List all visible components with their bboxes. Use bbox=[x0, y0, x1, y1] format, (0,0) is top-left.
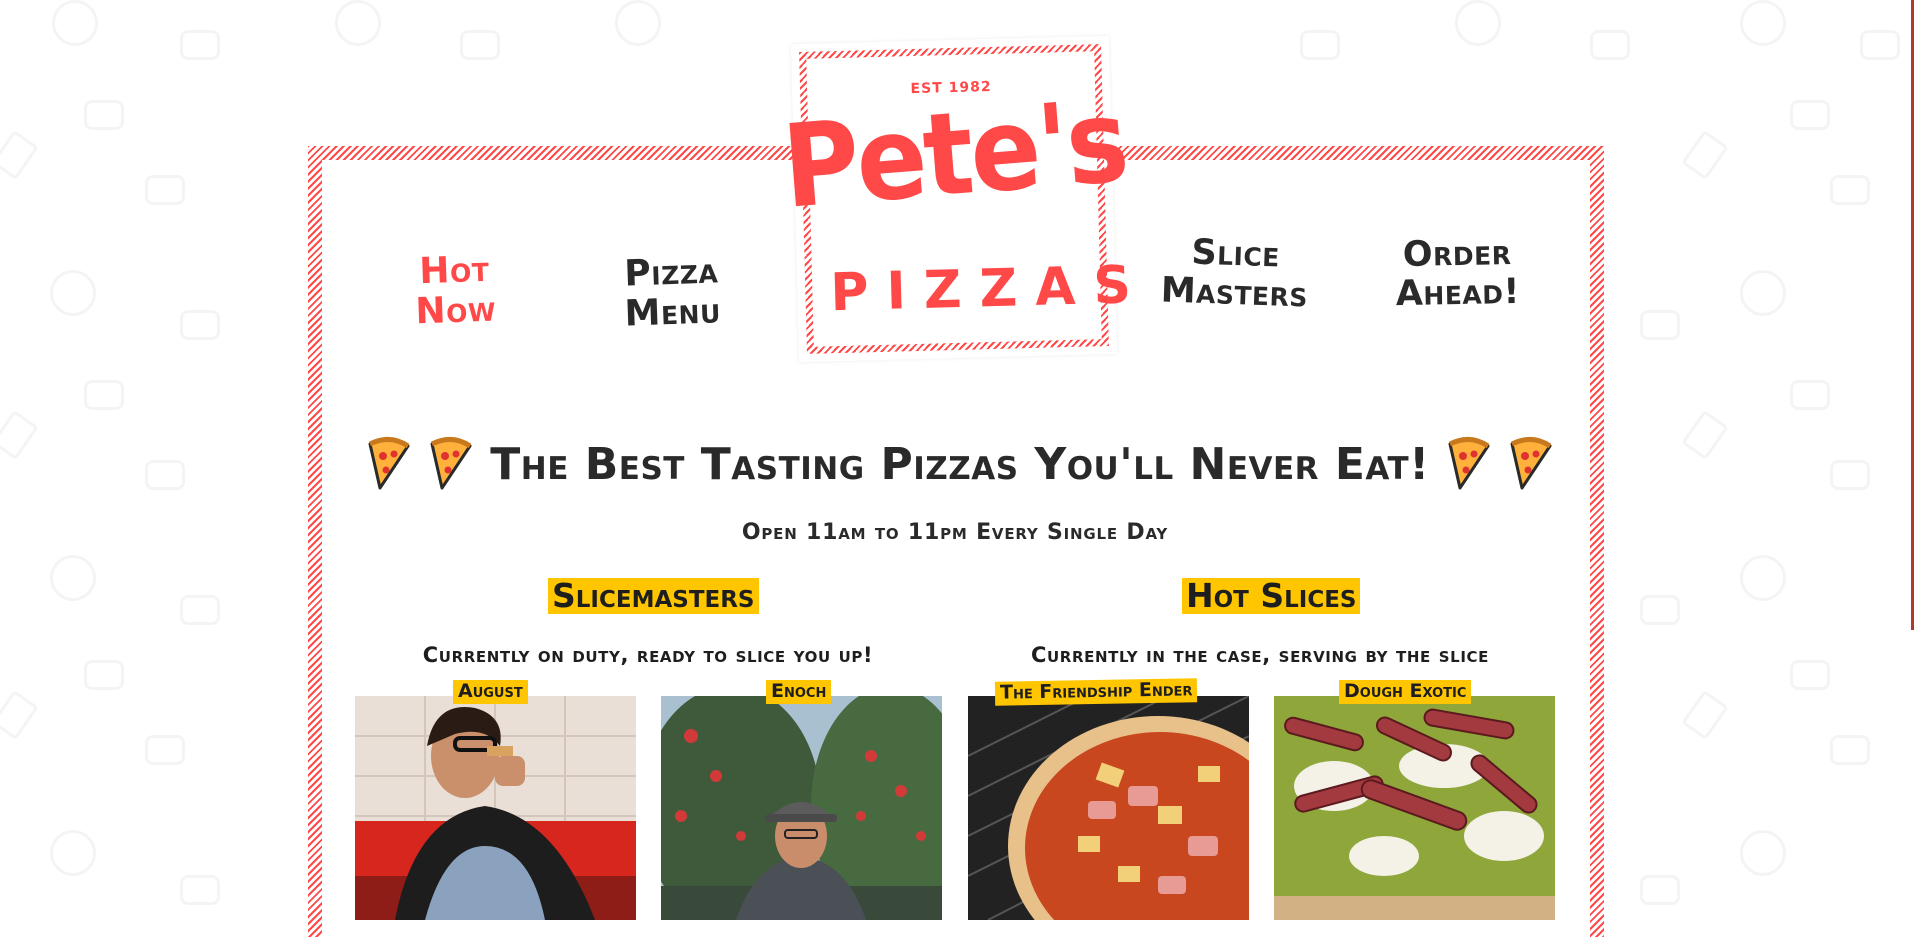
pizza-slice-icon bbox=[1510, 437, 1552, 490]
nav-order-ahead[interactable]: Order Ahead! bbox=[1394, 233, 1520, 315]
slicemasters-subtitle: Currently on duty, ready to slice you up… bbox=[422, 643, 874, 667]
hot-slices-subtitle: Currently in the case, serving by the sl… bbox=[1031, 643, 1489, 667]
logo-name: Pete's bbox=[778, 73, 1131, 235]
pizza-slice-icon bbox=[368, 437, 410, 490]
logo[interactable]: EST 1982 Pete's PIZZAS bbox=[778, 35, 1150, 363]
logo-sub: PIZZAS bbox=[829, 254, 1150, 324]
hot-slices-title: Hot Slices bbox=[1182, 577, 1361, 615]
slicemaster-photo[interactable] bbox=[355, 696, 636, 920]
hot-slice-name: The Friendship Ender bbox=[994, 678, 1198, 706]
nav-pizza-menu[interactable]: Pizza Menu bbox=[581, 250, 764, 337]
hours-text: Open 11am to 11pm Every Single Day bbox=[741, 520, 1169, 545]
slicemaster-name: August bbox=[453, 680, 528, 704]
hero-headline-row: The Best Tasting Pizzas You'll Never Eat… bbox=[368, 432, 1552, 496]
hot-slice-photo[interactable] bbox=[1274, 696, 1555, 920]
hero-headline: The Best Tasting Pizzas You'll Never Eat… bbox=[490, 438, 1430, 490]
pizza-photo bbox=[968, 696, 1249, 920]
pizza-slice-icon bbox=[430, 437, 472, 490]
hot-slice-name: Dough Exotic bbox=[1339, 680, 1472, 704]
slicemasters-title: Slicemasters bbox=[548, 577, 759, 615]
nav-slice-masters[interactable]: Slice Masters bbox=[1159, 232, 1312, 316]
slicemaster-name: Enoch bbox=[766, 680, 832, 704]
hot-slice-photo[interactable] bbox=[968, 696, 1249, 920]
pizza-slice-icon bbox=[1448, 437, 1490, 490]
person-photo bbox=[661, 696, 942, 920]
person-photo bbox=[355, 696, 636, 920]
nav-hot-now[interactable]: Hot Now bbox=[379, 248, 532, 334]
slicemaster-photo[interactable] bbox=[661, 696, 942, 920]
pizza-photo bbox=[1274, 696, 1555, 920]
